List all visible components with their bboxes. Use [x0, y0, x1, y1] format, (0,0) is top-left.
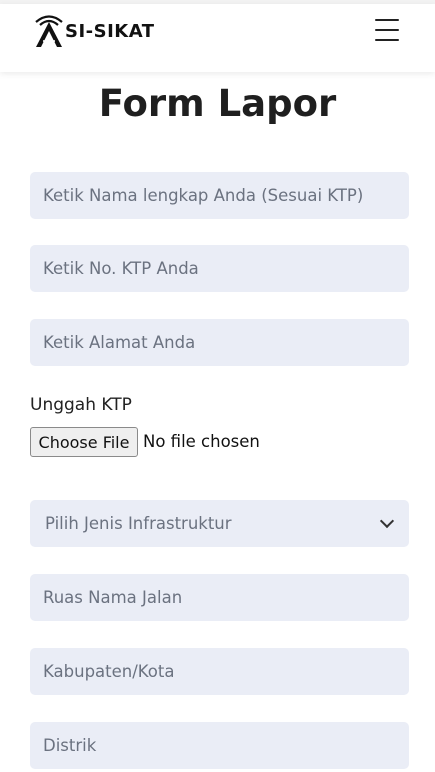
hamburger-menu-icon[interactable] [375, 19, 399, 41]
infrastruktur-select-value: Pilih Jenis Infrastruktur [45, 514, 232, 533]
file-status-text: No file chosen [143, 432, 260, 451]
alamat-input[interactable] [30, 319, 409, 366]
brand-logo[interactable]: SI-SIKAT [34, 14, 155, 48]
choose-file-button[interactable]: Choose File [30, 427, 138, 457]
distrik-input[interactable] [30, 722, 409, 769]
kabupaten-kota-input[interactable] [30, 648, 409, 695]
upload-ktp-label: Unggah KTP [30, 395, 132, 415]
page-title: Form Lapor [98, 82, 337, 125]
navbar: SI-SIKAT [0, 4, 435, 72]
brand-name: SI-SIKAT [65, 20, 155, 42]
chevron-down-icon [379, 513, 395, 529]
ruas-jalan-input[interactable] [30, 574, 409, 621]
tower-icon [35, 15, 63, 47]
nama-lengkap-input[interactable] [30, 172, 409, 219]
infrastruktur-select[interactable]: Pilih Jenis Infrastruktur [30, 500, 409, 547]
no-ktp-input[interactable] [30, 245, 409, 292]
